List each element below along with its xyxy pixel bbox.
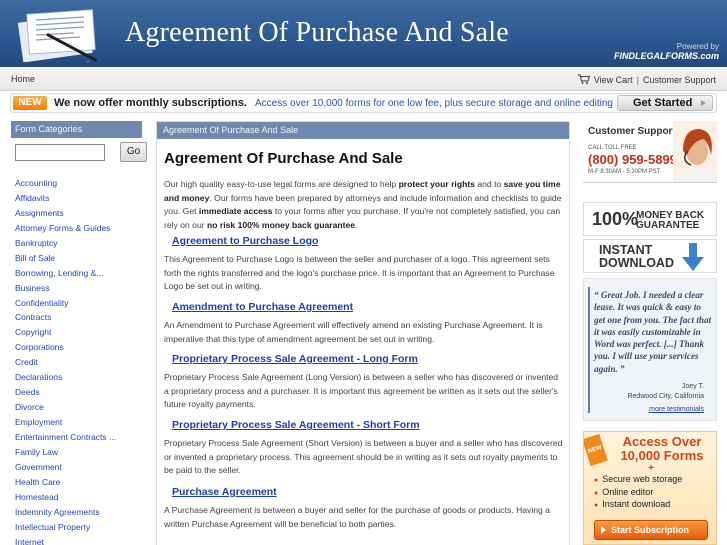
category-link[interactable]: Attorney Forms & Guides	[15, 223, 142, 238]
form-title-link[interactable]: Proprietary Process Sale Agreement - Lon…	[172, 353, 564, 365]
offer-feature: Online editor	[594, 487, 682, 500]
offer-feature-list: Secure web storage Online editor Instant…	[594, 474, 682, 512]
support-phone: (800) 959-5899	[588, 152, 677, 167]
category-link[interactable]: Contracts	[15, 312, 142, 327]
instant-download-text: INSTANT DOWNLOAD	[599, 243, 674, 270]
offer-feature: Secure web storage	[594, 474, 682, 487]
page-header-title: Agreement Of Purchase And Sale	[125, 17, 509, 48]
category-list: Accounting Affidavits Assignments Attorney …	[11, 178, 142, 545]
category-link[interactable]: Internet	[15, 537, 142, 545]
form-entry: Agreement to Purchase Logo This Agreemen…	[164, 235, 564, 294]
promo-message: We now offer monthly subscriptions.	[54, 97, 247, 109]
category-link[interactable]: Divorce	[15, 402, 142, 417]
top-navigation: Home View Cart | Customer Support	[0, 67, 727, 91]
category-link[interactable]: Credit	[15, 357, 142, 372]
form-title-link[interactable]: Amendment to Purchase Agreement	[172, 301, 564, 313]
form-description: A Purchase Agreement is between a buyer …	[164, 505, 550, 529]
legal-document-logo-icon	[17, 9, 98, 62]
money-back-guarantee-badge: 100% MONEY BACK GUARANTEE	[583, 202, 717, 236]
category-link[interactable]: Declarations	[15, 372, 142, 387]
customer-support-link[interactable]: Customer Support	[643, 75, 716, 85]
category-link[interactable]: Government	[15, 462, 142, 477]
category-link[interactable]: Affidavits	[15, 193, 142, 208]
category-link[interactable]: Borrowing, Lending &...	[15, 268, 142, 283]
category-link[interactable]: Bill of Sale	[15, 253, 142, 268]
get-started-label: Get Started	[633, 97, 693, 109]
sidebar-search: Go	[11, 138, 147, 168]
support-agent-avatar	[673, 121, 717, 182]
provider-logo[interactable]: FINDLEGALFORMS.com	[614, 51, 719, 61]
guarantee-percent: 100%	[592, 209, 639, 229]
form-entry: Proprietary Process Sale Agreement - Sho…	[164, 419, 564, 478]
form-entry: Purchase Agreement A Purchase Agreement …	[164, 486, 564, 531]
subscription-offer-box: NEW Access Over 10,000 Forms + Secure we…	[583, 431, 717, 545]
form-description: This Agreement to Purchase Logo is betwe…	[164, 254, 555, 292]
form-title-link[interactable]: Agreement to Purchase Logo	[172, 235, 564, 247]
view-cart-link[interactable]: View Cart	[594, 75, 633, 85]
category-link[interactable]: Family Law	[15, 447, 142, 462]
testimonial-box: “ Great Job. I needed a clear lease. It …	[583, 278, 717, 421]
site-header: Agreement Of Purchase And Sale Powered b…	[0, 0, 727, 67]
download-arrow-icon	[682, 243, 704, 271]
form-description: Proprietary Process Sale Agreement (Long…	[164, 372, 559, 410]
category-link[interactable]: Entertainment Contracts ...	[15, 432, 142, 447]
breadcrumb: Agreement Of Purchase And Sale	[157, 122, 569, 139]
go-button[interactable]: Go	[120, 142, 147, 162]
get-started-button[interactable]: Get Started	[617, 95, 713, 111]
category-link[interactable]: Accounting	[15, 178, 142, 193]
top-nav-right: View Cart | Customer Support	[577, 74, 716, 85]
support-title: Customer Support	[588, 126, 676, 137]
category-link[interactable]: Employment	[15, 417, 142, 432]
testimonial-quote: “ Great Job. I needed a clear lease. It …	[594, 290, 712, 374]
support-hours: M-F 8:30AM - 5:30PM PST	[588, 169, 661, 175]
new-badge: NEW	[13, 96, 47, 110]
subscription-promo-bar: NEW We now offer monthly subscriptions. …	[10, 93, 717, 113]
offer-title: Access Over 10,000 Forms	[620, 434, 704, 463]
promo-subtext: Access over 10,000 forms for one low fee…	[255, 98, 613, 109]
category-link[interactable]: Homestead	[15, 492, 142, 507]
category-link[interactable]: Business	[15, 283, 142, 298]
form-entry: Proprietary Process Sale Agreement - Lon…	[164, 353, 564, 412]
play-arrow-icon	[601, 526, 606, 534]
category-link[interactable]: Health Care	[15, 477, 142, 492]
chevron-right-icon	[701, 100, 706, 106]
category-link[interactable]: Confidentiality	[15, 298, 142, 313]
form-title-link[interactable]: Proprietary Process Sale Agreement - Sho…	[172, 419, 564, 431]
start-subscription-label: Start Subscription	[611, 525, 690, 535]
offer-plus: +	[648, 463, 654, 474]
cart-icon[interactable]	[577, 74, 590, 84]
home-link[interactable]: Home	[11, 74, 35, 84]
form-description: An Amendment to Purchase Agreement will …	[164, 320, 543, 344]
toll-free-label: CALL TOLL FREE	[588, 145, 637, 151]
category-link[interactable]: Deeds	[15, 387, 142, 402]
category-link[interactable]: Indemnity Agreements	[15, 507, 142, 522]
form-title-link[interactable]: Purchase Agreement	[172, 486, 564, 498]
sidebar-heading: Form Categories	[11, 121, 142, 138]
guarantee-text: MONEY BACK GUARANTEE	[636, 210, 705, 231]
search-input[interactable]	[15, 144, 105, 161]
category-link[interactable]: Assignments	[15, 208, 142, 223]
category-link[interactable]: Copyright	[15, 327, 142, 342]
category-link[interactable]: Bankruptcy	[15, 238, 142, 253]
start-subscription-button[interactable]: Start Subscription	[594, 520, 708, 540]
nav-separator: |	[636, 75, 639, 85]
category-link[interactable]: Intellectual Property	[15, 522, 142, 537]
main-content: Agreement Of Purchase And Sale Agreement…	[156, 121, 570, 545]
testimonial-author: Joey T. Redwood City, California	[627, 383, 704, 400]
form-entry: Amendment to Purchase Agreement An Amend…	[164, 301, 564, 346]
page-title: Agreement Of Purchase And Sale	[164, 150, 403, 167]
instant-download-badge: INSTANT DOWNLOAD	[583, 239, 717, 273]
intro-paragraph: Our high quality easy-to-use legal forms…	[164, 179, 562, 230]
new-tag: NEW	[584, 433, 608, 467]
offer-feature: Instant download	[594, 499, 682, 512]
more-testimonials-link[interactable]: more testimonials	[649, 406, 704, 413]
quote-accent-bar	[588, 287, 590, 413]
category-sidebar: Form Categories Go Accounting Affidavits A…	[11, 121, 147, 545]
form-description: Proprietary Process Sale Agreement (Shor…	[164, 438, 563, 476]
customer-support-box: Customer Support CALL TOLL FREE (800) 95…	[583, 121, 717, 183]
powered-by-label: Powered by	[676, 42, 719, 51]
category-link[interactable]: Corporations	[15, 342, 142, 357]
